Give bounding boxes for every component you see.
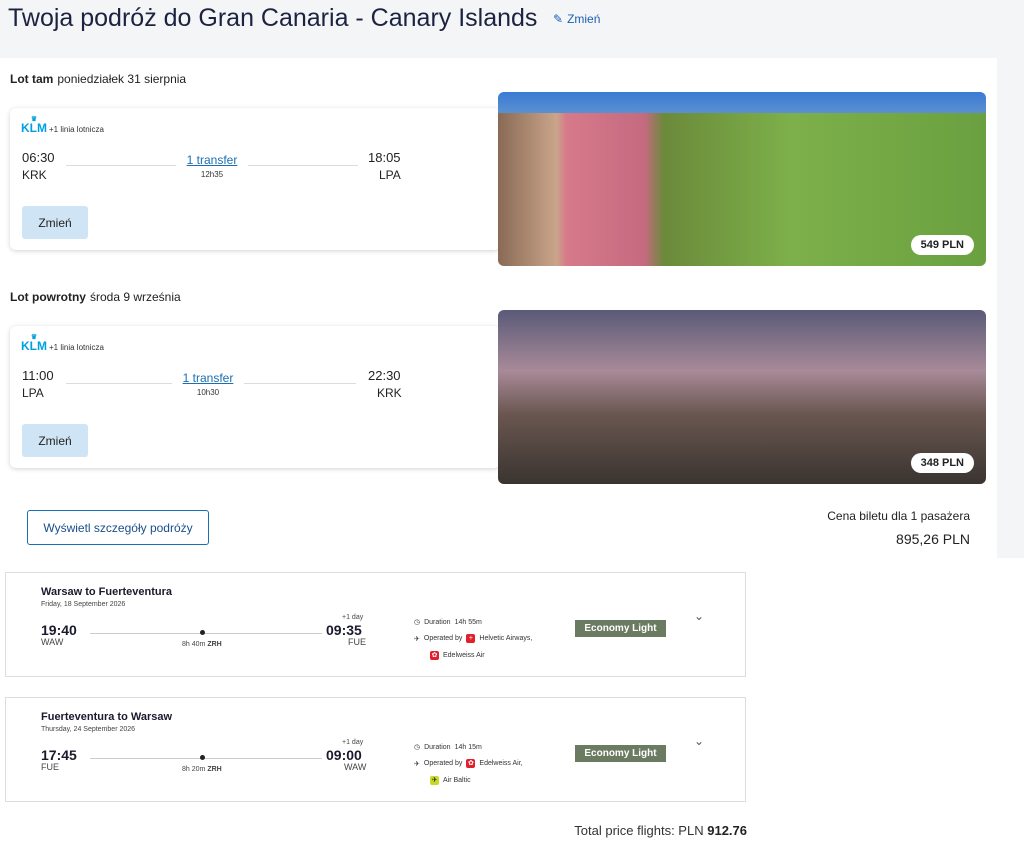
airline-logo: ♛ KLM +1 linia lotnicza	[21, 116, 104, 135]
flights-panel: Lot tam poniedziałek 31 sierpnia ♛ KLM +1 l…	[0, 58, 997, 558]
price-label: Cena biletu dla 1 pasażera	[827, 509, 970, 523]
origin-photo: 348 PLN	[498, 310, 986, 484]
change-flight-button[interactable]: Zmień	[22, 424, 88, 457]
arrival-airport: LPA	[379, 168, 401, 182]
transfer-link[interactable]: 1 transfer	[168, 371, 248, 385]
departure-airport: LPA	[22, 386, 44, 400]
duration-info: ◷ Duration 14h 15m	[414, 743, 482, 752]
arrival-airport: KRK	[377, 386, 402, 400]
airline-logo: ♛ KLM +1 linia lotnicza	[21, 334, 104, 353]
edit-trip-link[interactable]: ✎ Zmień	[553, 12, 600, 26]
departure-time: 17:45	[41, 747, 77, 763]
pencil-icon: ✎	[553, 12, 564, 26]
clock-icon: ◷	[414, 619, 421, 626]
operator-info: ✿ Edelweiss Air	[430, 651, 485, 660]
return-header: Lot powrotny środa 9 września	[10, 290, 181, 304]
departure-airport: FUE	[41, 762, 59, 772]
plus-day: +1 day	[342, 614, 364, 621]
arrival-time: 09:00	[326, 747, 362, 763]
outbound-flight-card: ♛ KLM +1 linia lotnicza 06:30 KRK 1 transf…	[10, 108, 500, 250]
route: Warsaw to Fuerteventura	[41, 586, 173, 598]
stop-dot	[200, 630, 205, 635]
duration-info: ◷ Duration 14h 55m	[414, 618, 482, 627]
operator-info: ✈ Operated by + Helvetic Airways,	[414, 634, 533, 643]
stop-dot	[200, 755, 205, 760]
fare-badge: Economy Light	[575, 620, 666, 637]
date: Thursday, 24 September 2026	[41, 726, 136, 733]
return-flight-card: ♛ KLM +1 linia lotnicza 11:00 LPA 1 transf…	[10, 326, 500, 468]
flight-card[interactable]: Warsaw to Fuerteventura Friday, 18 Septe…	[5, 572, 746, 677]
airbaltic-logo-icon: ✈	[430, 776, 439, 785]
trip-summary-section: Twoja podróż do Gran Canaria - Canary Is…	[0, 0, 1024, 558]
arrival-time: 09:35	[326, 622, 362, 638]
operator-info: ✈ Operated by ✿ Edelweiss Air,	[414, 759, 523, 768]
chevron-down-icon[interactable]: ⌄	[694, 609, 704, 623]
stop-info: 8h 40m ZRH	[182, 641, 222, 648]
arrival-time: 18:05	[368, 150, 401, 165]
edelweiss-logo-icon: ✿	[430, 651, 439, 660]
operator-info: ✈ Air Baltic	[430, 776, 471, 785]
flight-card[interactable]: Fuerteventura to Warsaw Thursday, 24 Sep…	[5, 697, 746, 802]
stop-info: 8h 20m ZRH	[182, 766, 222, 773]
trip-details-button[interactable]: Wyświetl szczegóły podróży	[27, 510, 209, 545]
departure-time: 19:40	[41, 622, 77, 638]
page-title: Twoja podróż do Gran Canaria - Canary Is…	[8, 4, 538, 32]
duration: 10h30	[196, 388, 220, 397]
chevron-down-icon[interactable]: ⌄	[694, 734, 704, 748]
route: Fuerteventura to Warsaw	[41, 711, 173, 723]
transfer-link[interactable]: 1 transfer	[172, 153, 252, 167]
arrival-time: 22:30	[368, 368, 401, 383]
departure-airport: KRK	[22, 168, 47, 182]
departure-time: 11:00	[22, 368, 54, 383]
departure-time: 06:30	[22, 150, 55, 165]
edelweiss-logo-icon: ✿	[466, 759, 476, 768]
price-value: 895,26 PLN	[896, 531, 970, 547]
destination-photo: 549 PLN	[498, 92, 986, 266]
clock-icon: ◷	[414, 744, 421, 751]
change-flight-button[interactable]: Zmień	[22, 206, 88, 239]
plus-day: +1 day	[342, 739, 364, 746]
duration: 12h35	[200, 170, 224, 179]
price-badge: 549 PLN	[910, 235, 974, 255]
total-price: Total price flights: PLN 912.76	[574, 823, 747, 838]
helvetic-logo-icon: +	[466, 634, 476, 643]
price-badge: 348 PLN	[910, 453, 974, 473]
plane-icon: ✈	[414, 635, 420, 643]
arrival-airport: FUE	[348, 637, 366, 647]
outbound-header: Lot tam poniedziałek 31 sierpnia	[10, 72, 187, 86]
fare-badge: Economy Light	[575, 745, 666, 762]
arrival-airport: WAW	[344, 762, 367, 772]
date: Friday, 18 September 2026	[41, 601, 126, 608]
departure-airport: WAW	[41, 637, 64, 647]
plane-icon: ✈	[414, 760, 420, 768]
